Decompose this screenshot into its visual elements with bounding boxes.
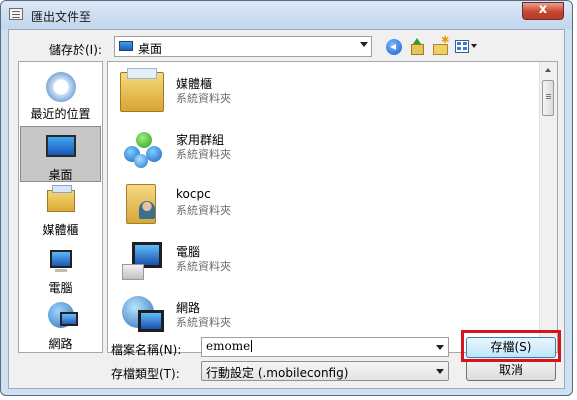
item-type: 系統資料夾 [176, 148, 231, 161]
filetype-value: 行動設定 (.mobileconfig) [206, 366, 349, 380]
network-icon [120, 296, 164, 336]
list-item[interactable]: 電腦 系統資料夾 [116, 236, 536, 284]
item-type: 系統資料夾 [176, 92, 231, 105]
place-label: 媒體櫃 [42, 223, 79, 237]
cancel-button[interactable]: 取消 [466, 360, 556, 381]
highlight-box [461, 330, 561, 362]
filetype-label: 存檔類型(T): [111, 367, 180, 381]
filename-value: emome [206, 339, 251, 353]
text-caret [251, 340, 253, 352]
close-button[interactable]: x [522, 2, 564, 20]
list-item[interactable]: 家用群組 系統資料夾 [116, 124, 536, 172]
place-label: 最近的位置 [30, 107, 91, 121]
filetype-dropdown[interactable]: 行動設定 (.mobileconfig) [201, 361, 449, 381]
file-list: 媒體櫃 系統資料夾 家用群組 系統資料夾 kocpc 系統資料夾 電腦 系統資料… [107, 61, 558, 353]
item-type: 系統資料夾 [176, 260, 231, 273]
libraries-icon [120, 68, 164, 112]
save-in-dropdown[interactable]: 桌面 [114, 36, 372, 57]
item-name: kocpc [176, 187, 211, 201]
homegroup-icon [120, 128, 164, 168]
document-icon [9, 8, 23, 20]
save-in-value: 桌面 [138, 42, 163, 56]
chevron-down-icon[interactable] [436, 369, 444, 374]
item-type: 系統資料夾 [176, 204, 231, 217]
window-title: 匯出文件至 [31, 10, 92, 24]
title-bar[interactable]: 匯出文件至 x [1, 1, 572, 29]
list-item[interactable]: 媒體櫃 系統資料夾 [116, 68, 536, 116]
back-icon[interactable] [386, 39, 402, 55]
scroll-up-icon[interactable] [540, 62, 557, 78]
views-dropdown-icon[interactable] [471, 44, 477, 48]
item-type: 系統資料夾 [176, 316, 231, 329]
views-icon[interactable] [455, 40, 469, 53]
close-icon: x [538, 2, 548, 17]
place-recent[interactable]: 最近的位置 [19, 66, 102, 122]
place-label: 電腦 [48, 281, 73, 295]
user-folder-icon [126, 184, 156, 224]
network-icon [47, 302, 78, 328]
computer-icon [120, 240, 164, 280]
place-desktop[interactable]: 桌面 [20, 126, 101, 182]
new-folder-icon[interactable] [432, 35, 449, 55]
place-label: 桌面 [48, 168, 73, 182]
place-libraries[interactable]: 媒體櫃 [19, 182, 102, 238]
filename-input[interactable]: emome [201, 337, 449, 357]
recent-places-icon [45, 72, 76, 102]
place-computer[interactable]: 電腦 [19, 240, 102, 296]
place-network[interactable]: 網路 [19, 296, 102, 352]
chevron-down-icon[interactable] [360, 42, 368, 47]
desktop-icon [119, 41, 133, 51]
save-dialog: 匯出文件至 x 儲存於(I): 桌面 最近的位置 桌面 媒體櫃 [0, 0, 573, 396]
filename-label: 檔案名稱(N): [111, 343, 182, 357]
computer-icon [49, 250, 72, 272]
save-in-label: 儲存於(I): [49, 43, 102, 57]
place-label: 網路 [48, 337, 73, 351]
dialog-body: 儲存於(I): 桌面 最近的位置 桌面 媒體櫃 [8, 29, 565, 389]
chevron-down-icon[interactable] [436, 345, 444, 350]
places-bar: 最近的位置 桌面 媒體櫃 電腦 網路 [18, 61, 103, 353]
libraries-icon [46, 185, 75, 212]
up-folder-icon[interactable] [409, 38, 425, 55]
scroll-thumb[interactable] [542, 80, 554, 116]
vertical-scrollbar[interactable] [539, 62, 557, 352]
list-item[interactable]: kocpc 系統資料夾 [116, 180, 536, 228]
desktop-icon [45, 135, 76, 157]
